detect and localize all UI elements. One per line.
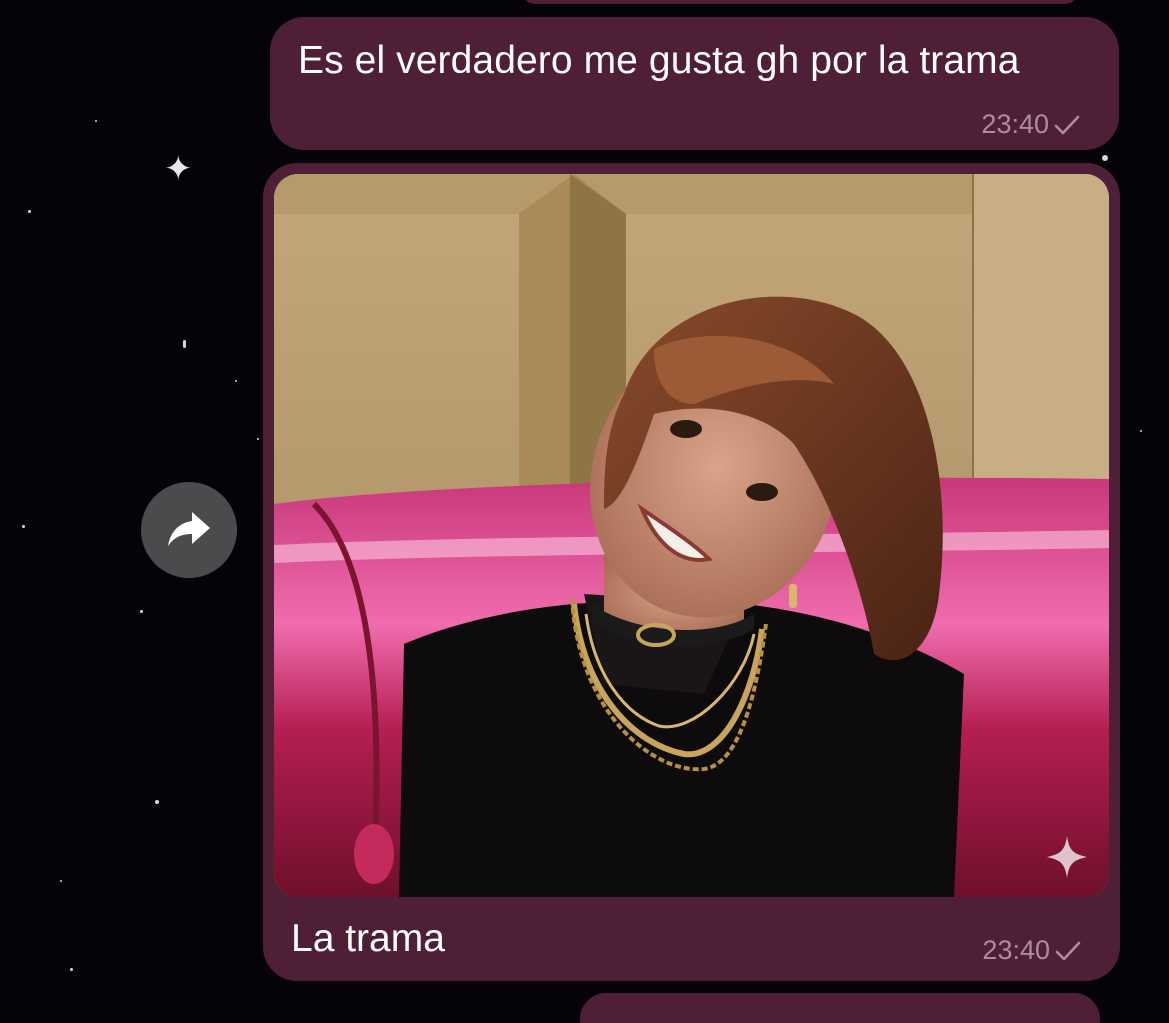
message-text: Es el verdadero me gusta gh por la trama: [298, 39, 1020, 82]
message-bubble-text[interactable]: Es el verdadero me gusta gh por la trama…: [270, 17, 1119, 150]
photo-caption: La trama: [291, 917, 445, 960]
photo-thumbnail[interactable]: [274, 174, 1109, 897]
message-time: 23:40: [982, 935, 1050, 965]
star-dot: [1140, 430, 1142, 432]
message-bubble-photo[interactable]: La trama 23:40: [263, 163, 1120, 981]
star-dot: [183, 340, 186, 348]
star-dot: [155, 800, 159, 804]
check-icon: [1055, 941, 1081, 960]
previous-message-bubble-edge: [520, 0, 1080, 4]
next-message-bubble-edge: [580, 993, 1100, 1023]
sparkle-icon: ✦: [164, 150, 193, 188]
check-icon: [1054, 115, 1080, 134]
star-dot: [235, 380, 237, 382]
message-time: 23:40: [981, 109, 1049, 139]
message-meta: 23:40: [981, 109, 1081, 140]
star-dot: [257, 438, 259, 440]
star-dot: [22, 525, 25, 528]
star-dot: [70, 968, 73, 971]
star-dot: [28, 210, 31, 213]
star-dot: [1102, 155, 1108, 161]
star-dot: [95, 120, 97, 122]
forward-arrow-icon: [168, 512, 210, 546]
message-meta: 23:40: [982, 935, 1082, 966]
star-dot: [60, 880, 62, 882]
star-dot: [140, 610, 143, 613]
forward-button[interactable]: [141, 482, 237, 578]
